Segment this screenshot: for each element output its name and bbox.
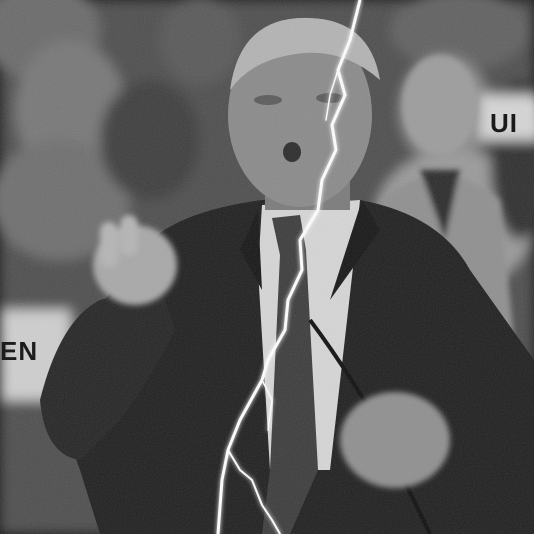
photo-scene <box>0 0 534 534</box>
film-grain <box>0 0 534 534</box>
sign-right-text: UI <box>490 108 518 138</box>
sign-left-text: EN <box>0 336 39 366</box>
